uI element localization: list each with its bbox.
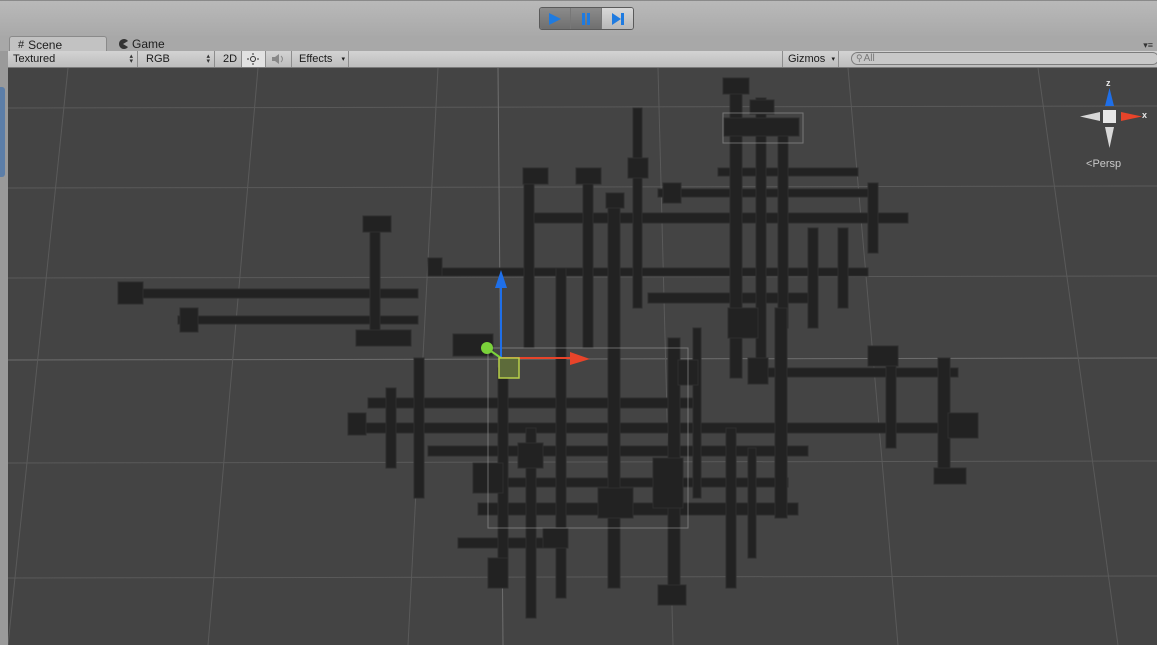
gizmos-dropdown[interactable]: Gizmos ▾ [782,51,839,67]
tab-strip: # Scene Game ▾≡ [0,36,1157,52]
hierarchy-search-input[interactable]: ⚲ All [851,52,1157,65]
play-button[interactable] [540,8,571,29]
move-gizmo [481,270,590,379]
chevron-down-icon: ▾ [341,56,345,63]
toggle-2d-label: 2D [223,53,238,65]
left-panel-edge [0,51,8,645]
scene-lighting-button[interactable] [242,51,266,67]
move-handle-z [481,342,493,354]
tab-game-label: Game [132,37,165,51]
pause-button[interactable] [571,8,602,29]
toggle-2d-button[interactable]: 2D [218,51,242,67]
tab-scene-label: Scene [28,37,63,52]
effects-label: Effects [299,53,333,65]
render-mode-dropdown[interactable]: RGB ▴ ▾ [141,51,215,67]
draw-mode-label: Textured [13,53,56,65]
search-icon: ⚲ [856,53,863,63]
scene-audio-button[interactable] [266,51,292,67]
top-toolbar [0,0,1157,36]
scene-hash-icon: # [18,38,25,51]
panel-menu-icon[interactable]: ▾≡ [1143,40,1153,51]
scene-orientation-gizmo[interactable]: z x [1078,78,1150,150]
speaker-icon [272,54,283,64]
move-handle-x [570,352,590,365]
axis-z-label: z [1106,78,1111,88]
chevron-down-icon: ▾ [831,56,835,63]
game-pacman-icon [119,39,128,49]
projection-toggle[interactable]: <Persp [1086,158,1121,170]
render-mode-label: RGB [146,53,170,65]
playback-controls [539,7,634,30]
updown-arrow-icon: ▴ ▾ [206,53,210,65]
effects-dropdown[interactable]: Effects ▾ [294,51,349,67]
play-icon [549,12,561,25]
scene-toolbar: Textured ▴ ▾ RGB ▴ ▾ 2D Effects ▾ Gizmos ▾… [8,51,1157,68]
tab-game[interactable]: Game [110,36,200,52]
sun-icon [247,53,259,65]
tab-scene[interactable]: # Scene [9,36,107,52]
scene-canvas [8,68,1157,645]
move-plane-handle [498,357,520,379]
search-placeholder: All [863,53,875,64]
pause-icon [582,12,590,25]
step-icon [611,12,624,25]
scene-view[interactable]: z x <Persp [8,68,1157,645]
gizmos-label: Gizmos [788,53,826,65]
scroll-handle[interactable] [0,87,5,177]
updown-arrow-icon: ▴ ▾ [129,53,133,65]
step-button[interactable] [602,8,633,29]
draw-mode-dropdown[interactable]: Textured ▴ ▾ [8,51,138,67]
projection-label: Persp [1092,158,1122,170]
axis-gizmo-icon [1080,88,1142,148]
axis-x-label: x [1142,110,1148,120]
